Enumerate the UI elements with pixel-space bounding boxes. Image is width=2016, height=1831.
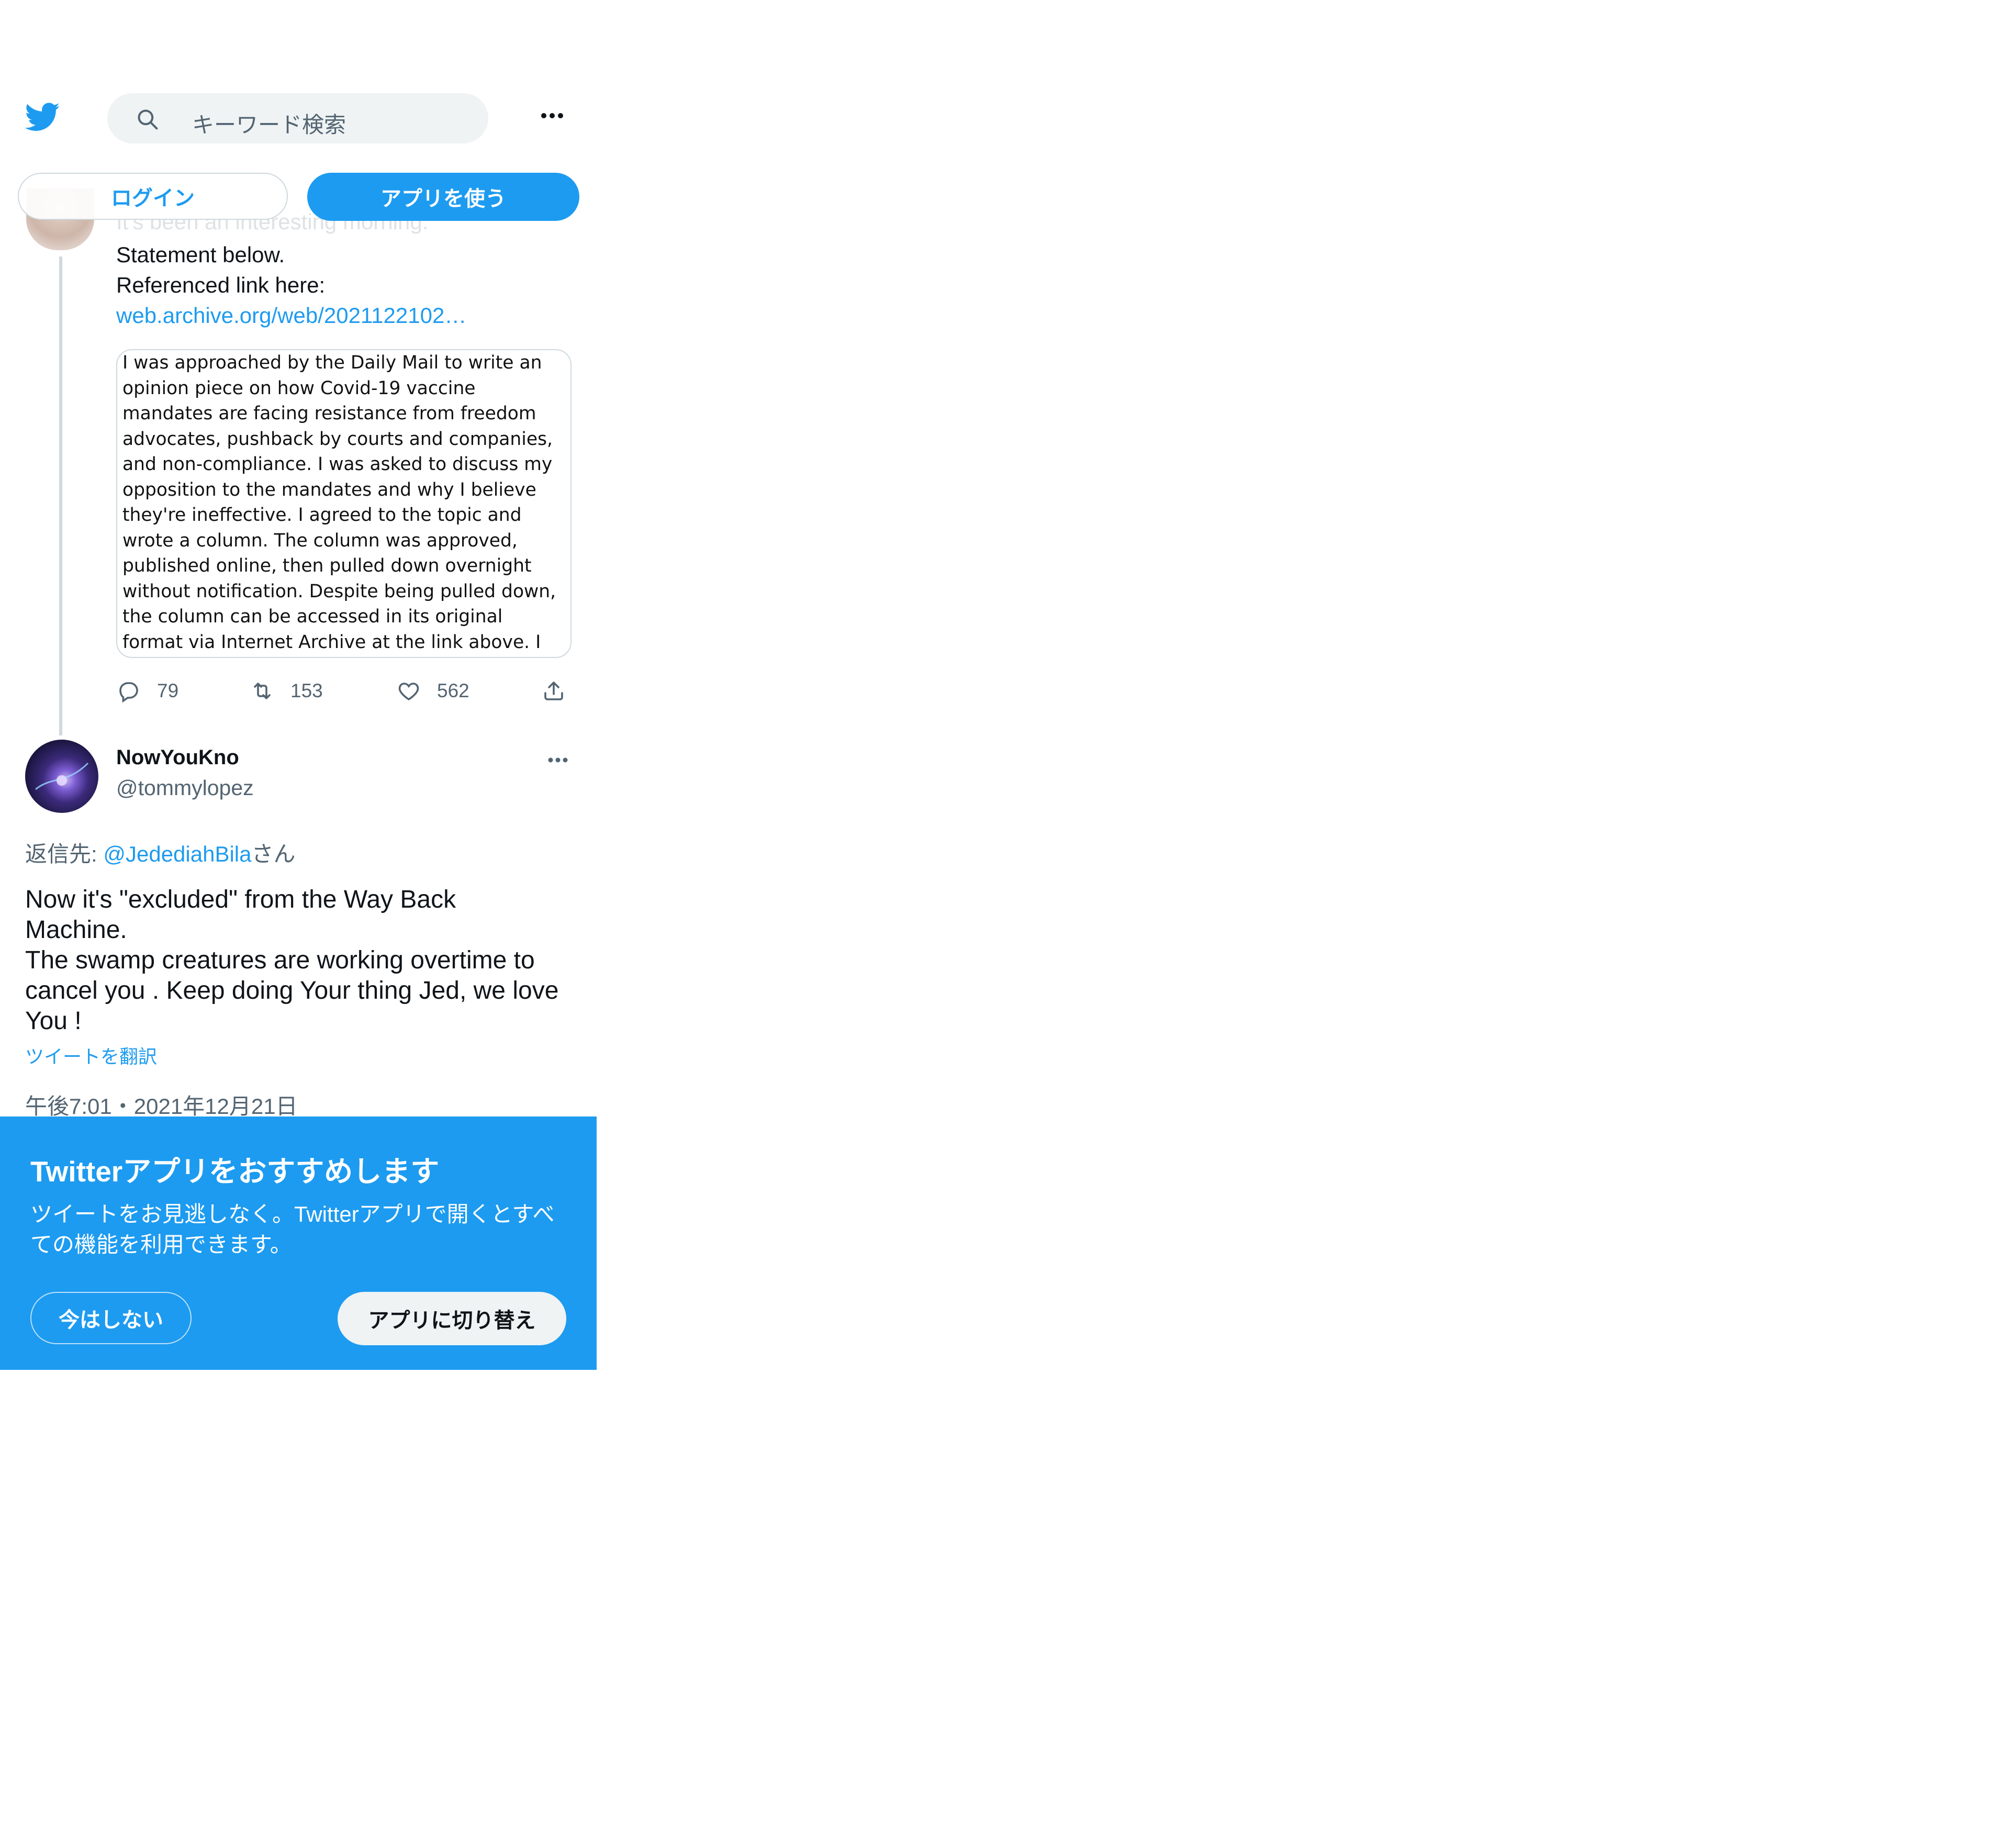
tweet1-actions: 79 153 562	[116, 675, 577, 707]
tweet-timestamp[interactable]: 午後7:01・2021年12月21日	[25, 1089, 298, 1121]
share-button[interactable]	[541, 675, 582, 707]
retweet-count: 153	[290, 680, 323, 701]
tweet1-line: Statement below.	[116, 242, 285, 267]
search-bar[interactable]: キーワード検索	[107, 93, 488, 143]
reply-button[interactable]: 79	[116, 675, 178, 707]
use-app-button[interactable]: アプリを使う	[307, 173, 579, 221]
twitter-bird-icon[interactable]	[23, 99, 63, 134]
reply-mention-link[interactable]: @JedediahBila	[103, 842, 251, 866]
reply-count: 79	[157, 680, 179, 701]
author-handle[interactable]: @tommylopez	[116, 776, 254, 800]
login-button[interactable]: ログイン	[18, 173, 288, 220]
top-bar: キーワード検索	[0, 88, 597, 146]
tweet1-text: Statement below. Referenced link here: w…	[116, 240, 466, 331]
switch-to-app-button[interactable]: アプリに切り替え	[338, 1292, 566, 1345]
reply-prefix: 返信先:	[25, 842, 104, 866]
app-promo-banner: Twitterアプリをおすすめします ツイートをお見逃しなく。Twitterアプ…	[0, 1117, 597, 1370]
more-horizontal-icon[interactable]	[544, 750, 572, 771]
search-icon	[136, 108, 159, 131]
heart-icon	[398, 683, 419, 701]
banner-description: ツイートをお見逃しなく。Twitterアプリで開くとすべての機能を利用できます。	[30, 1202, 555, 1257]
reply-to-line: 返信先: @JedediahBilaさん	[25, 836, 296, 868]
tweet1-link[interactable]: web.archive.org/web/2021122102…	[116, 300, 466, 331]
avatar-nowyoukno[interactable]	[25, 740, 98, 813]
like-count: 562	[437, 680, 469, 701]
reply-suffix: さん	[251, 842, 296, 866]
tweet1-image-text: I was approached by the Daily Mail to wr…	[122, 352, 556, 653]
translate-tweet-link[interactable]: ツイートを翻訳	[25, 1042, 157, 1069]
retweet-icon	[254, 683, 271, 699]
tweet1-image[interactable]: I was approached by the Daily Mail to wr…	[116, 349, 572, 658]
like-button[interactable]: 562	[396, 675, 469, 707]
twitter-mobile-page: キーワード検索 It's been an interesting morning…	[0, 0, 597, 1831]
more-horizontal-icon[interactable]	[536, 103, 568, 129]
auth-buttons: ログイン アプリを使う	[0, 173, 597, 223]
thread-line	[59, 256, 62, 735]
author-name[interactable]: NowYouKno	[116, 746, 239, 769]
tweet2-text: Now it's "excluded" from the Way Back Ma…	[25, 886, 559, 1035]
banner-title: Twitterアプリをおすすめします	[30, 1155, 440, 1188]
search-input[interactable]: キーワード検索	[192, 107, 346, 139]
retweet-button[interactable]: 153	[250, 675, 323, 707]
not-now-button[interactable]: 今はしない	[30, 1292, 192, 1344]
tweet1-line: Referenced link here:	[116, 273, 326, 297]
reply-icon	[119, 682, 138, 703]
share-icon	[544, 682, 563, 700]
